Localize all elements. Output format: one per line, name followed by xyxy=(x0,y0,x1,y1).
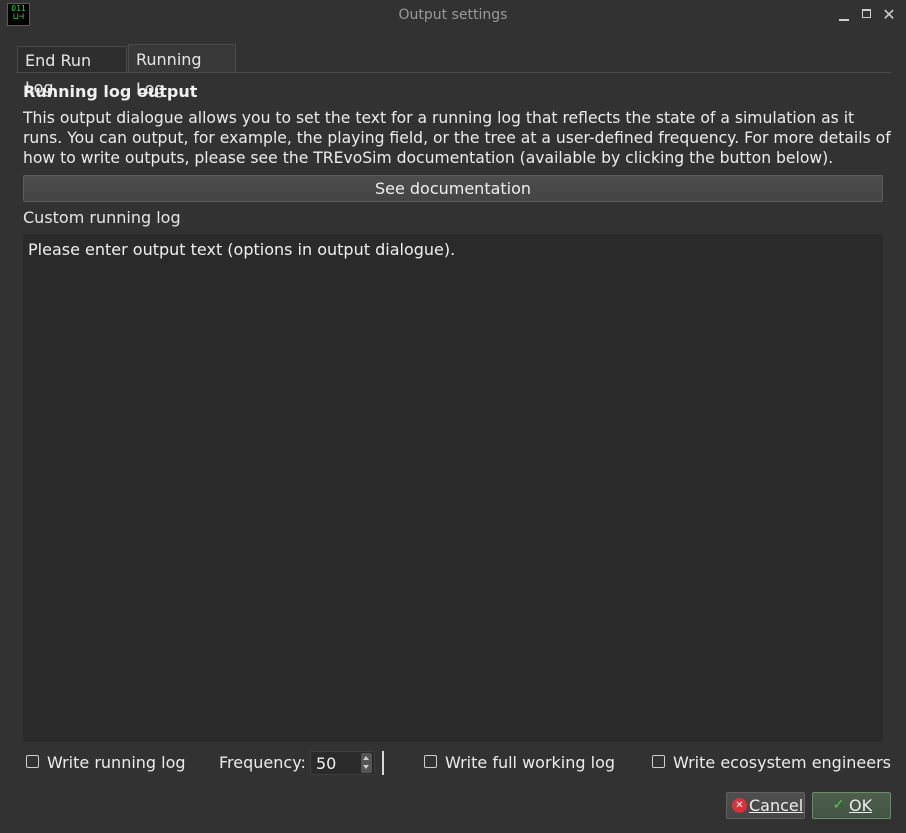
spin-arrows-icon[interactable] xyxy=(361,753,372,773)
cancel-button[interactable]: ✕ Cancel xyxy=(726,792,805,819)
write-ecosystem-engineers-label[interactable]: Write ecosystem engineers xyxy=(673,753,891,772)
check-icon: ✓ xyxy=(832,797,845,813)
section-heading: Running log output xyxy=(23,82,198,101)
frequency-spinbox[interactable]: 50 xyxy=(310,751,375,775)
spin-down-icon[interactable] xyxy=(363,765,369,769)
separator xyxy=(382,751,384,775)
tab-end-run-log[interactable]: End Run Log xyxy=(17,46,127,97)
title-bar: 011 ⊔⊣ Output settings ✕ xyxy=(0,0,906,32)
cancel-icon: ✕ xyxy=(732,798,747,813)
section-description: This output dialogue allows you to set t… xyxy=(23,109,891,167)
tab-running-log[interactable]: Running Log xyxy=(128,44,236,98)
minimize-icon[interactable] xyxy=(836,6,854,24)
write-ecosystem-engineers-checkbox[interactable] xyxy=(652,755,665,768)
window-title: Output settings xyxy=(398,7,508,23)
ok-button[interactable]: ✓ OK xyxy=(812,792,891,819)
frequency-label: Frequency: xyxy=(219,753,306,772)
write-running-log-label[interactable]: Write running log xyxy=(47,753,186,772)
write-running-log-checkbox[interactable] xyxy=(26,755,39,768)
write-full-working-log-checkbox[interactable] xyxy=(424,755,437,768)
maximize-icon[interactable] xyxy=(859,6,877,24)
frequency-value[interactable]: 50 xyxy=(316,754,336,773)
ok-button-label: OK xyxy=(849,796,873,815)
spin-up-icon[interactable] xyxy=(363,756,369,760)
running-log-editor[interactable]: Please enter output text (options in out… xyxy=(23,234,883,742)
custom-running-log-label: Custom running log xyxy=(23,208,181,227)
close-icon[interactable]: ✕ xyxy=(880,6,898,24)
see-documentation-button[interactable]: See documentation xyxy=(23,175,883,202)
write-full-working-log-label[interactable]: Write full working log xyxy=(445,753,615,772)
cancel-button-label: Cancel xyxy=(749,796,804,815)
